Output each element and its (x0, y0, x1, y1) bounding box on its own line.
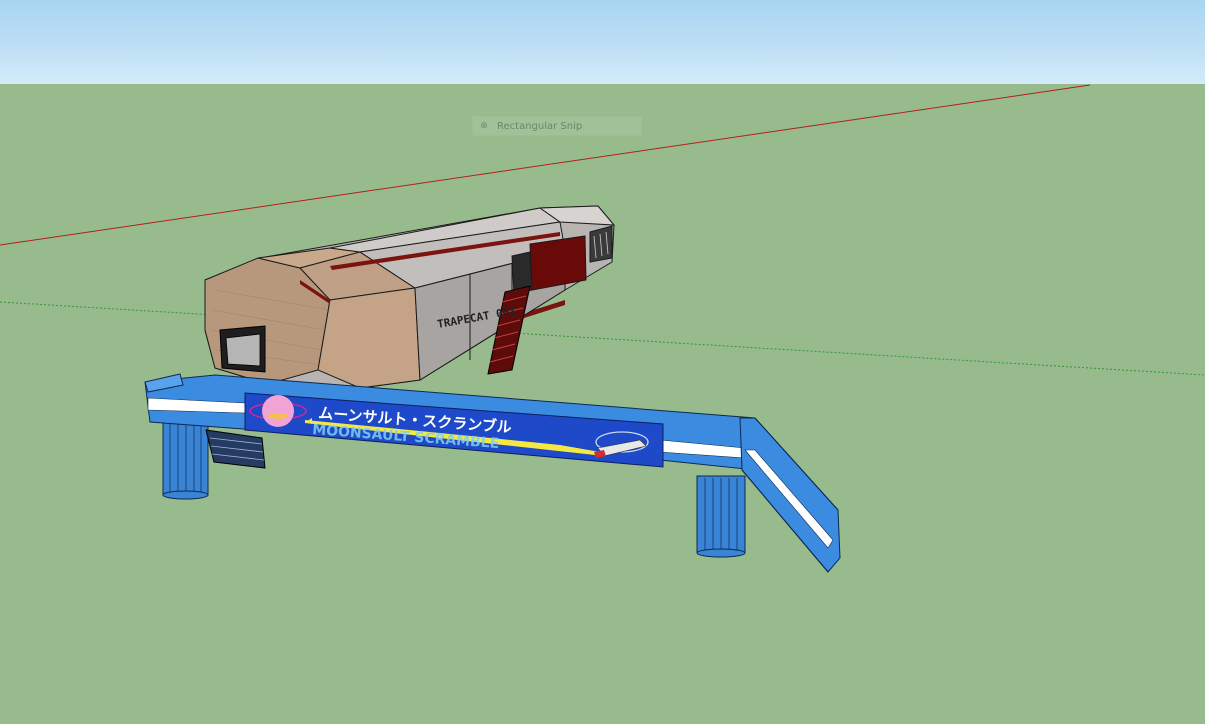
vehicle-model[interactable]: TRAPECAT 001 (204, 205, 616, 389)
snip-icon: ⊕ (480, 121, 488, 131)
3d-scene[interactable]: TRAPECAT 001 ムーンサルト・スクランブル MOONSAULT SCR… (0, 0, 1205, 724)
track-structure[interactable]: ムーンサルト・スクランブル MOONSAULT SCRAMBLE (144, 373, 841, 573)
rectangular-snip-toast[interactable]: ⊕ Rectangular Snip (472, 116, 642, 136)
sketchup-viewport[interactable]: TRAPECAT 001 ムーンサルト・スクランブル MOONSAULT SCR… (0, 0, 1205, 724)
green-axis-line (0, 301, 1205, 376)
snip-label: Rectangular Snip (497, 120, 583, 132)
